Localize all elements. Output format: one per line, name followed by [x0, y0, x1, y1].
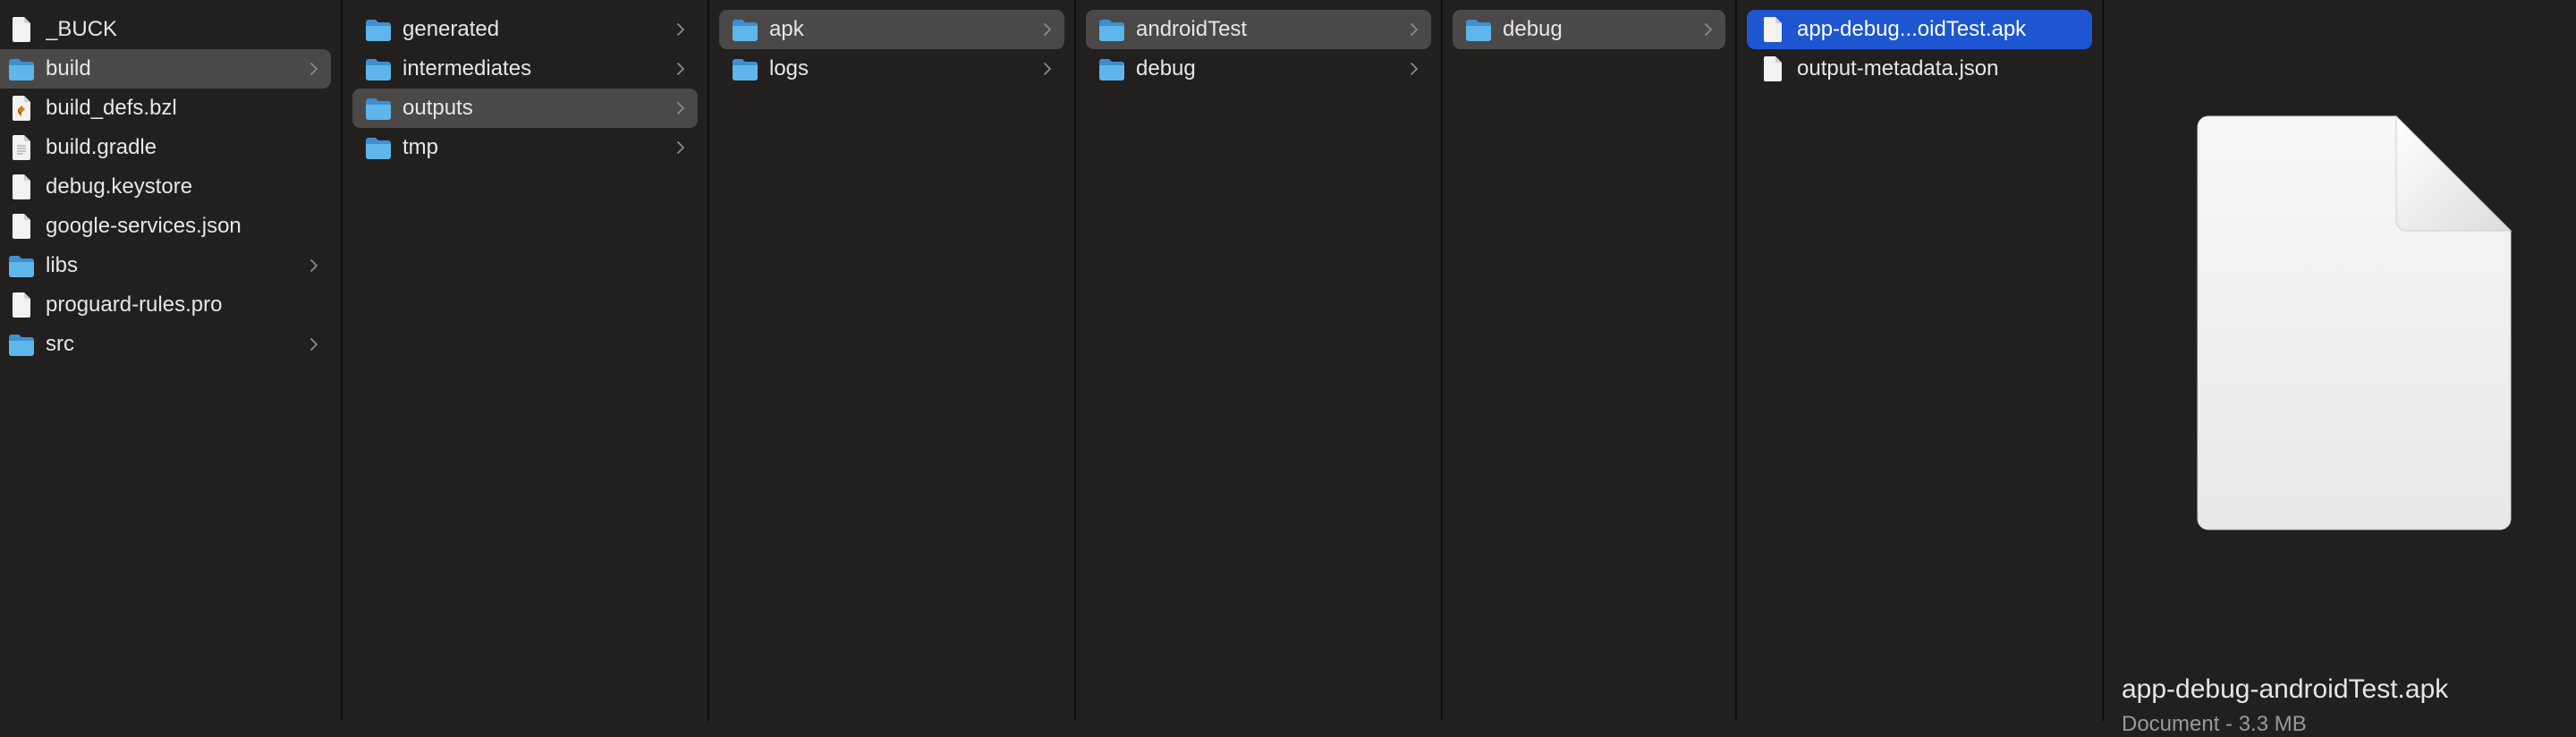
document-preview-icon: [2196, 114, 2512, 536]
list-item-androidtest[interactable]: androidTest: [1086, 10, 1431, 49]
folder-icon: [1462, 16, 1495, 43]
list-item-outputs[interactable]: outputs: [352, 89, 698, 128]
item-label: src: [46, 332, 74, 356]
preview-subtitle: Document - 3.3 MB: [2122, 712, 2307, 736]
folder-icon: [362, 16, 394, 43]
item-label: androidTest: [1136, 17, 1248, 41]
column-browser: _BUCKbuild build_defs.bzl build.gradle debu…: [0, 0, 2576, 721]
list-item-logs[interactable]: logs: [719, 49, 1064, 89]
folder-icon: [362, 134, 394, 161]
item-label: libs: [46, 253, 79, 277]
folder-icon: [1096, 55, 1128, 82]
chevron-right-icon: [1038, 55, 1057, 82]
folder-icon: [729, 16, 761, 43]
folder-icon: [5, 55, 38, 82]
file-icon: [5, 292, 38, 318]
chevron-right-icon: [671, 134, 691, 161]
list-item-debug[interactable]: debug: [1453, 10, 1725, 49]
chevron-right-icon: [671, 16, 691, 43]
chevron-right-icon: [1699, 16, 1718, 43]
list-item-proguard-rules-pro[interactable]: proguard-rules.pro: [0, 285, 331, 325]
list-item-app-debug-oidtest-apk[interactable]: app-debug...oidTest.apk: [1747, 10, 2092, 49]
chevron-right-icon: [304, 331, 324, 358]
item-label: proguard-rules.pro: [46, 292, 223, 317]
chevron-right-icon: [1038, 16, 1057, 43]
item-label: build.gradle: [46, 135, 157, 159]
file-icon: [1757, 16, 1789, 43]
chevron-right-icon: [1404, 16, 1424, 43]
item-label: intermediates: [402, 56, 532, 80]
file-icon: [1757, 55, 1789, 82]
item-label: generated: [402, 17, 500, 41]
column-4[interactable]: androidTest debug: [1076, 0, 1443, 721]
list-item-apk[interactable]: apk: [719, 10, 1064, 49]
folder-icon: [5, 331, 38, 358]
folder-icon: [729, 55, 761, 82]
chevron-right-icon: [671, 95, 691, 122]
list-item-build-defs-bzl[interactable]: build_defs.bzl: [0, 89, 331, 128]
file-icon: [5, 213, 38, 240]
item-label: debug: [1503, 17, 1563, 41]
item-label: build_defs.bzl: [46, 96, 177, 120]
item-label: _BUCK: [46, 17, 118, 41]
list-item-intermediates[interactable]: intermediates: [352, 49, 698, 89]
item-label: google-services.json: [46, 214, 242, 238]
folder-icon: [1096, 16, 1128, 43]
column-2[interactable]: generated intermediates outputs tmp: [343, 0, 709, 721]
list-item-debug-keystore[interactable]: debug.keystore: [0, 167, 331, 207]
list-item-build-gradle[interactable]: build.gradle: [0, 128, 331, 167]
preview-filename: app-debug-androidTest.apk: [2122, 674, 2449, 704]
chevron-right-icon: [671, 55, 691, 82]
list-item-debug[interactable]: debug: [1086, 49, 1431, 89]
item-label: output-metadata.json: [1797, 56, 1999, 80]
bazel-file-icon: [5, 95, 38, 122]
folder-icon: [362, 55, 394, 82]
chevron-right-icon: [304, 252, 324, 279]
item-label: debug: [1136, 56, 1196, 80]
list-item-tmp[interactable]: tmp: [352, 128, 698, 167]
text-file-icon: [5, 134, 38, 161]
item-label: build: [46, 56, 91, 80]
item-label: tmp: [402, 135, 439, 159]
list-item-generated[interactable]: generated: [352, 10, 698, 49]
chevron-right-icon: [304, 55, 324, 82]
column-3[interactable]: apk logs: [709, 0, 1076, 721]
item-label: apk: [769, 17, 804, 41]
item-label: debug.keystore: [46, 174, 193, 199]
list-item-src[interactable]: src: [0, 325, 331, 364]
item-label: outputs: [402, 96, 473, 120]
item-label: logs: [769, 56, 809, 80]
column-5[interactable]: debug: [1443, 0, 1737, 721]
chevron-right-icon: [1404, 55, 1424, 82]
folder-icon: [5, 252, 38, 279]
list-item-buck[interactable]: _BUCK: [0, 10, 331, 49]
column-6[interactable]: app-debug...oidTest.apk output-metadata.j…: [1737, 0, 2104, 721]
file-icon: [5, 174, 38, 200]
list-item-build[interactable]: build: [0, 49, 331, 89]
list-item-libs[interactable]: libs: [0, 246, 331, 285]
list-item-google-services-json[interactable]: google-services.json: [0, 207, 331, 246]
folder-icon: [362, 95, 394, 122]
item-label: app-debug...oidTest.apk: [1797, 17, 2027, 41]
file-icon: [5, 16, 38, 43]
column-1[interactable]: _BUCKbuild build_defs.bzl build.gradle debu…: [0, 0, 343, 721]
list-item-output-metadata-json[interactable]: output-metadata.json: [1747, 49, 2092, 89]
